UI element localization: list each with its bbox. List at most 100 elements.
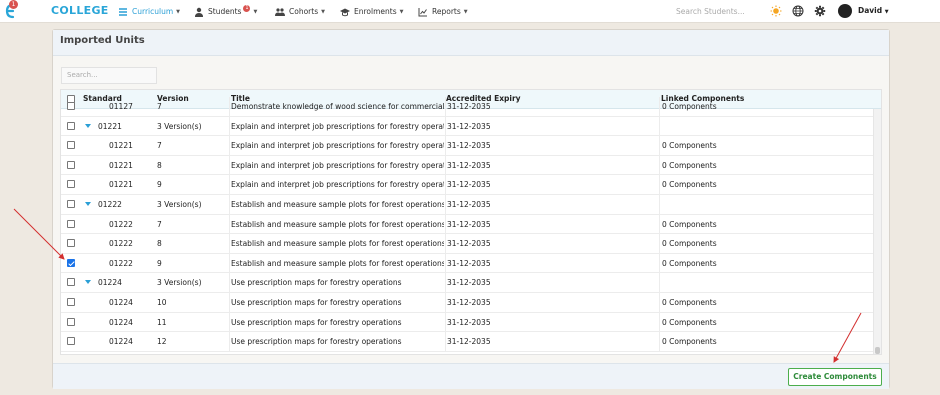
- user-menu[interactable]: David ▼: [858, 6, 889, 15]
- table-row[interactable]: 01127 7 Demonstrate knowledge of wood scie…: [61, 97, 873, 117]
- column-divider: [445, 214, 446, 234]
- cell-accredited-expiry: 31-12-2035: [447, 317, 491, 327]
- cell-standard: 01221: [109, 180, 133, 190]
- cell-linked-components: 0 Components: [662, 298, 717, 307]
- row-checkbox[interactable]: [67, 160, 75, 169]
- chevron-down-icon: ▼: [253, 8, 258, 15]
- panel-header: Imported Units: [53, 30, 889, 56]
- row-checkbox[interactable]: [67, 317, 75, 326]
- group-row[interactable]: 01221 3 Version(s) Explain and interpret j…: [61, 116, 873, 137]
- gear-icon[interactable]: [814, 5, 826, 17]
- group-row[interactable]: 01224 3 Version(s) Use prescription maps f…: [61, 273, 873, 293]
- cell-standard: 01222: [109, 258, 133, 268]
- create-components-button[interactable]: Create Components: [788, 368, 882, 386]
- cell-standard: 01127: [109, 102, 133, 111]
- column-divider: [445, 332, 446, 352]
- cell-standard: 01222: [109, 239, 133, 249]
- table-row[interactable]: 01224 10 Use prescription maps for forestr…: [61, 293, 873, 313]
- cell-title: Establish and measure sample plots for f…: [231, 258, 444, 268]
- panel-title: Imported Units: [60, 35, 145, 46]
- chart-line-icon: [418, 7, 427, 16]
- row-checkbox[interactable]: [67, 278, 75, 287]
- units-grid: Standard Version Title Accredited Expiry…: [60, 89, 882, 355]
- nav-curriculum-label: Curriculum: [132, 7, 174, 16]
- column-divider: [659, 116, 660, 136]
- nav-cohorts[interactable]: Cohorts ▼: [275, 5, 325, 18]
- table-row[interactable]: 01224 12 Use prescription maps for forestr…: [61, 332, 873, 352]
- table-row[interactable]: 01221 8 Explain and interpret job prescrip…: [61, 155, 873, 176]
- nav-enrolments[interactable]: Enrolments ▼: [340, 5, 403, 18]
- top-navbar: 1 COLLEGE Curriculum ▼ Students 1 ▼ Coho…: [0, 0, 940, 23]
- row-checkbox[interactable]: [67, 180, 75, 189]
- table-row[interactable]: 01222 8 Establish and measure sample plots…: [61, 234, 873, 254]
- cell-standard: 01221: [109, 141, 133, 151]
- chevron-down-icon: ▼: [176, 8, 180, 15]
- row-checkbox[interactable]: [67, 141, 75, 150]
- cell-standard: 01224: [98, 278, 122, 288]
- row-checkbox[interactable]: [67, 200, 75, 208]
- nav-reports[interactable]: Reports ▼: [418, 5, 468, 18]
- row-checkbox[interactable]: [67, 121, 75, 130]
- column-divider: [445, 293, 446, 312]
- column-divider: [659, 332, 660, 352]
- grid-scrollbar[interactable]: [873, 109, 881, 354]
- row-checkbox[interactable]: [67, 219, 75, 228]
- nav-students-label: Students: [208, 7, 242, 16]
- expand-caret-icon[interactable]: [85, 202, 91, 206]
- imported-units-panel: Imported Units Search... Standard Versio…: [52, 29, 890, 389]
- row-checkbox[interactable]: [67, 239, 75, 248]
- scrollbar-thumb[interactable]: [875, 347, 880, 354]
- group-icon: [275, 7, 285, 16]
- expand-caret-icon[interactable]: [85, 123, 91, 128]
- cell-version: 11: [157, 317, 167, 327]
- list-icon: [119, 7, 127, 16]
- table-row[interactable]: 01224 11 Use prescription maps for forestr…: [61, 312, 873, 333]
- graduation-cap-icon: [340, 8, 350, 16]
- row-checkbox[interactable]: [67, 258, 75, 267]
- cell-linked-components: 0 Components: [662, 141, 717, 151]
- cell-accredited-expiry: 31-12-2035: [447, 141, 491, 151]
- cell-accredited-expiry: 31-12-2035: [447, 298, 491, 307]
- chevron-down-icon: ▼: [884, 9, 889, 15]
- expand-caret-icon[interactable]: [85, 280, 91, 285]
- column-divider: [445, 116, 446, 136]
- column-divider: [229, 312, 230, 332]
- table-row[interactable]: 01222 7 Establish and measure sample plots…: [61, 214, 873, 235]
- cell-version: 8: [157, 160, 162, 170]
- column-divider: [445, 253, 446, 273]
- brand-name[interactable]: COLLEGE: [51, 4, 109, 17]
- column-divider: [229, 175, 230, 195]
- student-search-input[interactable]: Search Students...: [672, 4, 760, 19]
- column-divider: [229, 136, 230, 156]
- cell-version: 7: [157, 102, 162, 111]
- row-checkbox[interactable]: [67, 102, 75, 110]
- nav-curriculum[interactable]: Curriculum ▼: [118, 5, 180, 18]
- cell-title: Demonstrate knowledge of wood science fo…: [231, 102, 444, 111]
- students-badge: 1: [243, 5, 251, 12]
- cell-accredited-expiry: 31-12-2035: [447, 337, 491, 347]
- globe-icon[interactable]: [792, 5, 804, 17]
- table-row[interactable]: 01221 7 Explain and interpret job prescrip…: [61, 136, 873, 156]
- cell-standard: 01221: [109, 160, 133, 170]
- cell-standard: 01221: [98, 121, 122, 131]
- grid-search-input[interactable]: Search...: [61, 67, 157, 84]
- cell-accredited-expiry: 31-12-2035: [447, 180, 491, 190]
- cell-standard: 01224: [109, 298, 133, 307]
- group-row[interactable]: 01222 3 Version(s) Establish and measure s…: [61, 195, 873, 215]
- sun-icon[interactable]: [770, 5, 782, 17]
- column-divider: [229, 97, 230, 116]
- column-divider: [229, 214, 230, 234]
- cell-linked-components: 0 Components: [662, 317, 717, 327]
- nav-students[interactable]: Students 1 ▼: [194, 5, 257, 18]
- cell-title: Explain and interpret job prescriptions …: [231, 141, 444, 151]
- row-checkbox[interactable]: [67, 337, 75, 346]
- cell-title: Use prescription maps for forestry opera…: [231, 317, 402, 327]
- row-checkbox[interactable]: [67, 298, 75, 306]
- cell-accredited-expiry: 31-12-2035: [447, 278, 491, 288]
- table-row[interactable]: 01221 9 Explain and interpret job prescrip…: [61, 175, 873, 195]
- cell-linked-components: 0 Components: [662, 102, 717, 111]
- avatar[interactable]: [838, 4, 852, 18]
- table-row[interactable]: 01222 9 Establish and measure sample plots…: [61, 253, 873, 274]
- column-divider: [659, 214, 660, 234]
- cell-linked-components: 0 Components: [662, 337, 717, 347]
